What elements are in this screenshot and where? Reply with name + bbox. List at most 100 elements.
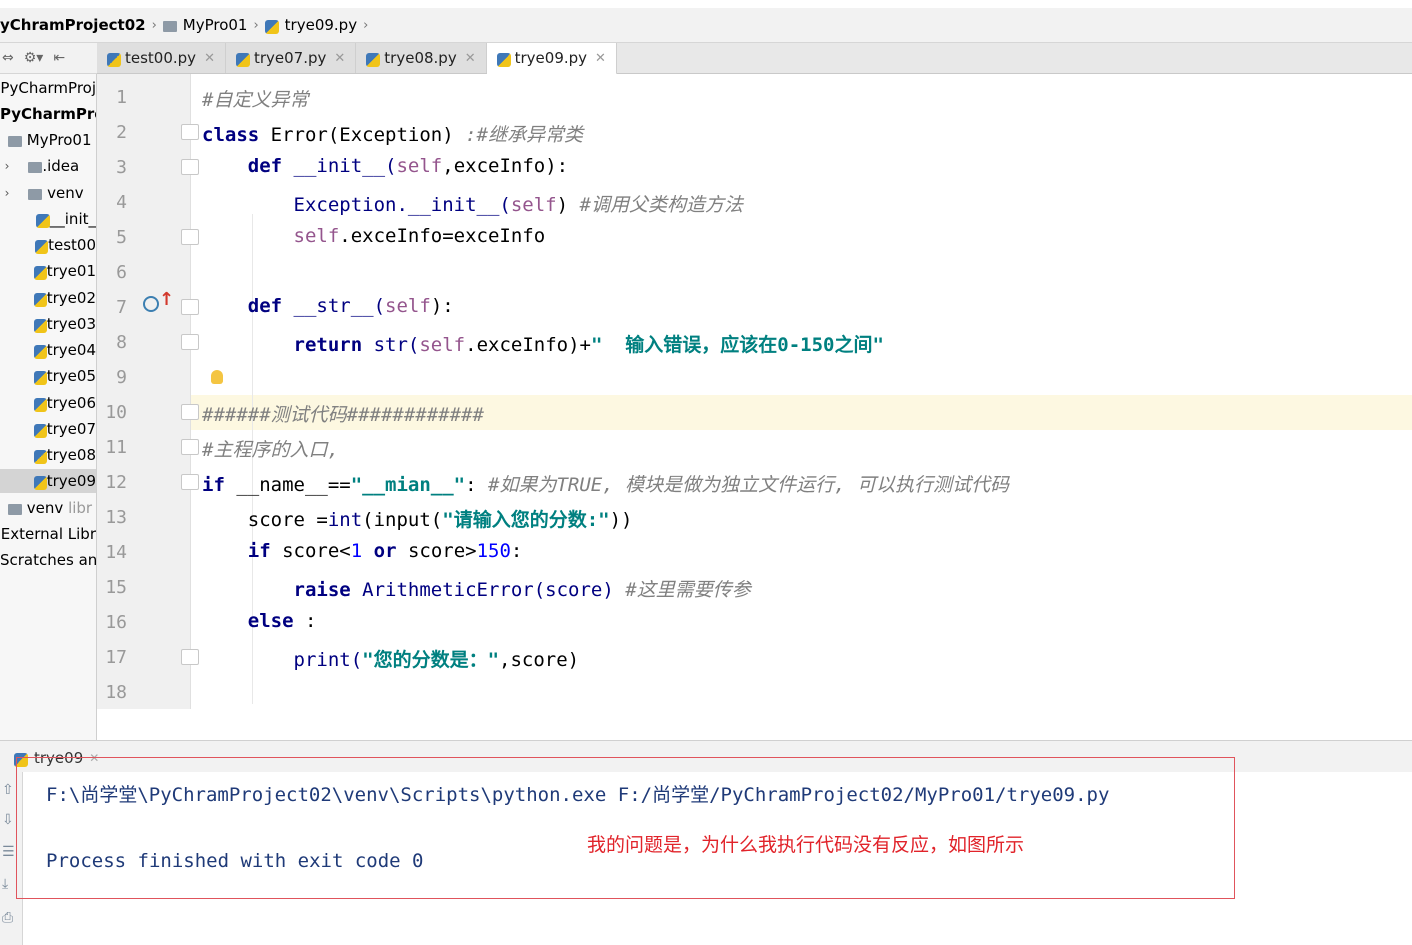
tree-item-venv-lib[interactable]: venv libr	[0, 496, 96, 520]
tree-label: trye08	[46, 446, 96, 464]
annotation-box	[16, 757, 1235, 899]
tree-label: __init_	[49, 210, 96, 228]
code-text: score =	[247, 509, 328, 531]
tree-item-file[interactable]: trye01	[0, 259, 96, 283]
line-number: 7	[116, 297, 127, 318]
code-text: :	[510, 540, 523, 562]
tree-label: PyCharmPro	[0, 105, 96, 123]
tree-label: trye02	[46, 289, 96, 307]
builtin: print(	[293, 649, 363, 671]
chevron-right-icon[interactable]: ›	[0, 159, 14, 173]
python-file-icon	[33, 266, 47, 280]
line-number: 12	[105, 472, 127, 493]
breadcrumb-file[interactable]: trye09.py	[285, 16, 357, 34]
python-file-icon	[33, 476, 47, 490]
fold-marker-icon[interactable]	[181, 229, 199, 245]
chevron-right-icon[interactable]: ›	[0, 186, 14, 200]
tree-item-mypro01[interactable]: MyPro01	[0, 128, 96, 152]
string: "__mian__"	[350, 474, 466, 496]
tree-label: trye05	[46, 367, 96, 385]
code-text: ArithmeticError(score)	[350, 579, 626, 601]
builtin: int	[327, 509, 363, 531]
override-marker-icon[interactable]	[143, 296, 159, 312]
code-editor[interactable]: 1 2 3 4 5 6 7 8 9 10 11 12 13 14 15 16 1…	[97, 74, 1412, 709]
tree-item-external-libraries[interactable]: External Libr	[0, 522, 96, 546]
tab-label: trye09.py	[514, 49, 588, 67]
tree-item-file[interactable]: __init_	[0, 207, 96, 231]
folder-icon	[28, 161, 43, 173]
line-number: 16	[105, 612, 127, 633]
python-file-icon	[35, 214, 50, 228]
tree-label: trye09	[46, 472, 96, 490]
close-icon[interactable]: ✕	[204, 51, 215, 66]
lightbulb-icon[interactable]	[211, 370, 223, 384]
line-number: 5	[116, 227, 127, 248]
tree-label: External Libr	[0, 525, 96, 543]
python-file-icon	[33, 319, 47, 333]
fold-marker-icon[interactable]	[181, 299, 199, 315]
tree-item-scratches[interactable]: Scratches an	[0, 548, 96, 572]
project-toolbar: ⇔ ⚙▾ ⇤	[0, 43, 99, 74]
tree-item-file-selected[interactable]: trye09	[0, 469, 96, 493]
tree-item-file[interactable]: trye06	[0, 391, 96, 415]
code-line-1: #自定义异常	[202, 85, 308, 112]
fold-marker-icon[interactable]	[181, 649, 199, 665]
fold-marker-icon[interactable]	[181, 404, 199, 420]
tree-label: trye07	[46, 420, 96, 438]
tree-item-root[interactable]: PyCharmProj	[0, 76, 96, 100]
tree-item-file[interactable]: test00	[0, 233, 96, 257]
close-icon[interactable]: ✕	[334, 51, 345, 66]
tree-item-venv[interactable]: › venv	[0, 181, 96, 205]
code-text: ))	[609, 509, 633, 531]
tree-label: trye03	[46, 315, 96, 333]
tree-label: venv	[26, 499, 64, 517]
tree-item-project[interactable]: PyCharmPro	[0, 102, 96, 126]
tree-item-file[interactable]: trye04	[0, 338, 96, 362]
fold-marker-icon[interactable]	[181, 124, 199, 140]
fold-marker-icon[interactable]	[181, 439, 199, 455]
line-number: 8	[116, 332, 127, 353]
folder-icon	[8, 135, 22, 147]
hide-panel-icon[interactable]: ⇤	[53, 50, 65, 66]
tab-trye07[interactable]: trye07.py ✕	[225, 43, 357, 73]
tree-label-extra: libr	[68, 499, 93, 517]
code-line-15: raise ArithmeticError(score) #这里需要传参	[202, 575, 751, 602]
tree-item-idea[interactable]: › .idea	[0, 154, 96, 178]
line-number: 10	[105, 402, 127, 423]
tab-trye09[interactable]: trye09.py ✕	[486, 43, 617, 75]
print-icon[interactable]: ⎙	[2, 910, 18, 926]
fold-marker-icon[interactable]	[181, 334, 199, 350]
code-line-16: else :	[202, 610, 317, 632]
comment: #主程序的入口,	[202, 439, 339, 461]
code-text: Error(Exception)	[259, 124, 466, 146]
line-number: 11	[105, 437, 127, 458]
gear-icon[interactable]: ⚙▾	[24, 50, 44, 66]
tree-label: trye04	[46, 341, 96, 359]
code-text: (input(	[362, 509, 443, 531]
line-number: 17	[105, 647, 127, 668]
collapse-icon[interactable]: ⇔	[2, 50, 14, 66]
line-number: 6	[116, 262, 127, 283]
tree-item-file[interactable]: trye05	[0, 364, 96, 388]
tree-item-file[interactable]: trye03	[0, 312, 96, 336]
keyword: def	[247, 295, 283, 317]
tree-label: .idea	[42, 157, 80, 175]
tab-test00[interactable]: test00.py ✕	[97, 43, 226, 73]
tab-trye08[interactable]: trye08.py ✕	[356, 43, 487, 73]
tree-item-file[interactable]: trye08	[0, 443, 96, 467]
close-icon[interactable]: ✕	[465, 51, 476, 66]
line-number: 2	[116, 122, 127, 143]
tree-label: test00	[48, 236, 96, 254]
tree-label: trye01	[46, 262, 96, 280]
tree-item-file[interactable]: trye02	[0, 286, 96, 310]
fold-marker-icon[interactable]	[181, 159, 199, 175]
breadcrumb-folder[interactable]: MyPro01	[183, 16, 248, 34]
line-number: 1	[116, 87, 127, 108]
up-arrow-icon: ↑	[159, 289, 175, 310]
tree-item-file[interactable]: trye07	[0, 417, 96, 441]
breadcrumb-project[interactable]: yChramProject02	[0, 16, 146, 34]
string: " 输入错误，应该在0-150之间"	[590, 334, 884, 356]
line-number: 3	[116, 157, 127, 178]
close-icon[interactable]: ✕	[595, 51, 606, 66]
fold-marker-icon[interactable]	[181, 474, 199, 490]
